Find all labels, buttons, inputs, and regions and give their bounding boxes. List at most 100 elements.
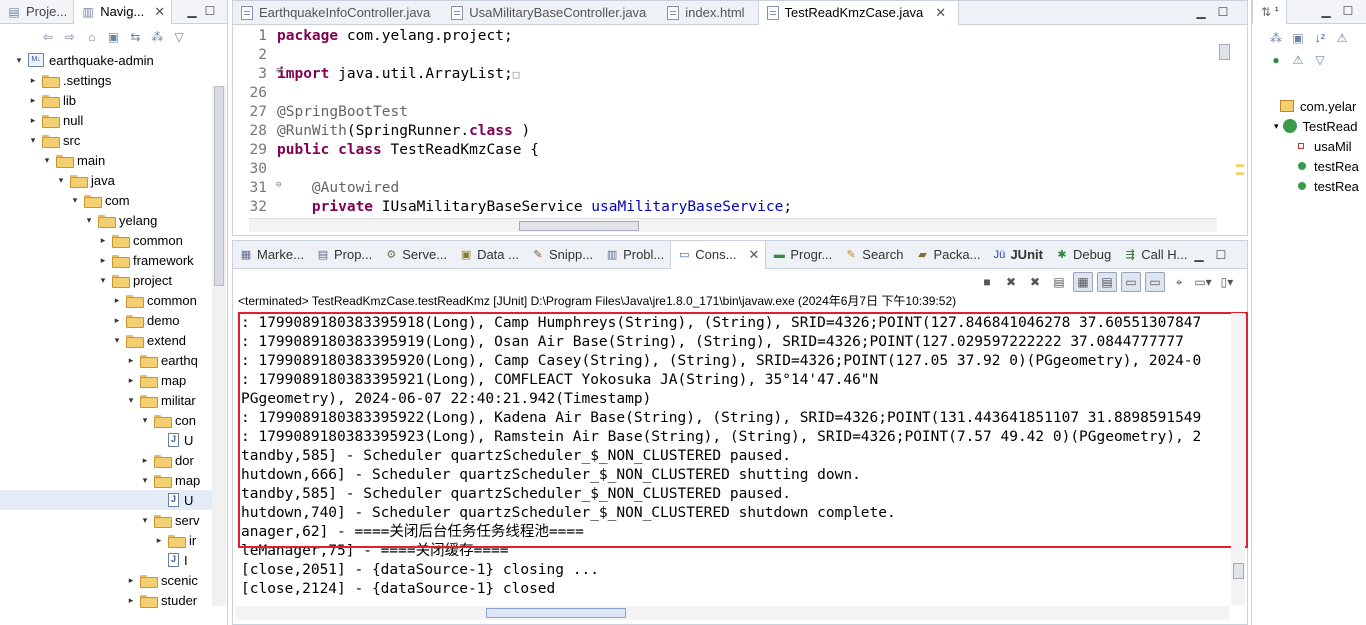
console-view-tab[interactable]: ✎ Search [838, 241, 909, 269]
tree-item[interactable]: ▾ main [0, 150, 212, 170]
expanded-icon[interactable]: ▾ [112, 335, 122, 346]
collapsed-icon[interactable]: ▸ [98, 255, 108, 266]
tree-item[interactable]: ▸ earthq [0, 350, 212, 370]
scrollbar-thumb[interactable] [1233, 563, 1244, 579]
scrollbar-thumb[interactable] [486, 608, 626, 618]
tree-item[interactable]: ▸ scenic [0, 570, 212, 590]
remove-all-terminated-icon[interactable]: ✖ [1025, 272, 1045, 292]
collapsed-icon[interactable]: ▸ [112, 295, 122, 306]
expanded-icon[interactable]: ▾ [98, 275, 108, 286]
expanded-icon[interactable]: ▾ [140, 475, 150, 486]
console-vertical-scrollbar[interactable] [1231, 313, 1245, 605]
expanded-icon[interactable]: ▾ [42, 155, 52, 166]
collapsed-icon[interactable]: ▸ [126, 595, 136, 606]
tree-item[interactable]: ▾ serv [0, 510, 212, 530]
tree-item[interactable]: ▾ src [0, 130, 212, 150]
console-view-tab[interactable]: ▭ Cons... ✕ [670, 240, 767, 269]
code-line[interactable]: 1 package com.yelang.project; [233, 26, 1217, 45]
editor-vertical-scrollbar[interactable] [1217, 26, 1231, 216]
minimize-icon[interactable]: ▁ [1193, 4, 1209, 20]
code-line[interactable]: 2 [233, 45, 1217, 64]
maximize-icon[interactable]: ☐ [1340, 3, 1356, 19]
minimize-icon[interactable]: ▁ [1191, 247, 1207, 263]
outline-item[interactable]: usaMil [1252, 136, 1366, 156]
tree-item[interactable]: ▾ com [0, 190, 212, 210]
collapsed-icon[interactable]: ▸ [140, 455, 150, 466]
tab-outline[interactable]: ⇅ ¹ [1252, 0, 1288, 24]
editor-horizontal-scrollbar[interactable] [249, 218, 1217, 232]
home-icon[interactable]: ⌂ [84, 29, 100, 45]
maximize-icon[interactable]: ☐ [202, 3, 218, 19]
minimize-icon[interactable]: ▁ [1318, 3, 1334, 19]
tree-item[interactable]: U [0, 430, 212, 450]
outline-item[interactable]: testRea [1252, 176, 1366, 196]
code-line[interactable]: 28 @RunWith(SpringRunner.class ) [233, 121, 1217, 140]
tree-item[interactable]: ▾ map [0, 470, 212, 490]
collapse-all-icon[interactable]: ⁂ [1268, 30, 1284, 46]
maximize-icon[interactable]: ☐ [1213, 247, 1229, 263]
expanded-icon[interactable]: ▾ [28, 135, 38, 146]
code-line[interactable]: 26 [233, 83, 1217, 102]
sort-icon[interactable]: ↓ᶻ [1312, 30, 1328, 46]
console-view-tab[interactable]: Jü JUnit [986, 241, 1049, 269]
scroll-lock-icon[interactable]: ▦ [1073, 272, 1093, 292]
close-icon[interactable]: ✕ [935, 5, 946, 21]
scrollbar-thumb[interactable] [519, 221, 639, 231]
collapsed-icon[interactable]: ▸ [28, 75, 38, 86]
code-line[interactable]: 31 ⊖ @Autowired [233, 178, 1217, 197]
scrollbar-thumb[interactable] [214, 86, 224, 286]
console-view-tab[interactable]: ▥ Probl... [599, 241, 670, 269]
editor-tab[interactable]: UsaMilitaryBaseController.java [443, 1, 659, 25]
collapsed-icon[interactable]: ▸ [126, 375, 136, 386]
collapsed-icon[interactable]: ▸ [98, 235, 108, 246]
tree-item[interactable]: ▸ .settings [0, 70, 212, 90]
tree-item[interactable]: ▾ extend [0, 330, 212, 350]
editor-tab[interactable]: EarthquakeInfoController.java [233, 1, 443, 25]
expanded-icon[interactable]: ▾ [140, 415, 150, 426]
tree-item[interactable]: ▸ studer [0, 590, 212, 610]
tree-item[interactable]: ▸ demo [0, 310, 212, 330]
maximize-icon[interactable]: ☐ [1215, 4, 1231, 20]
tree-item[interactable]: ▸ common [0, 230, 212, 250]
link-with-editor-icon[interactable]: ⇆ [127, 29, 143, 45]
collapsed-icon[interactable]: ▸ [28, 95, 38, 106]
tree-item[interactable]: I [0, 550, 212, 570]
tree-item[interactable]: ▸ framework [0, 250, 212, 270]
tree-item[interactable]: ▾ M↓ earthquake-admin [0, 50, 212, 70]
collapsed-icon[interactable]: ▸ [126, 575, 136, 586]
filter-icon[interactable]: ⁂ [149, 29, 165, 45]
view-menu-icon[interactable]: ▽ [1312, 52, 1328, 68]
code-line[interactable]: 3 ⊕ import java.util.ArrayList;□ [233, 64, 1217, 83]
outline-item[interactable]: testRea [1252, 156, 1366, 176]
forward-icon[interactable]: ⇨ [62, 29, 78, 45]
tree-item[interactable]: U [0, 490, 212, 510]
console-horizontal-scrollbar[interactable] [236, 606, 1229, 620]
clear-console-icon[interactable]: ▤ [1049, 272, 1069, 292]
tree-item[interactable]: ▾ yelang [0, 210, 212, 230]
view-menu-icon[interactable]: ▽ [171, 29, 187, 45]
console-view-tab[interactable]: ▰ Packa... [909, 241, 986, 269]
code-line[interactable]: 30 [233, 159, 1217, 178]
tree-item[interactable]: ▸ common [0, 290, 212, 310]
collapsed-icon[interactable]: ▸ [112, 315, 122, 326]
code-editor[interactable]: 1 package com.yelang.project; 2 3 ⊕ import ja… [233, 26, 1217, 216]
hide-non-public-icon[interactable]: ⚠ [1290, 52, 1306, 68]
tree-item[interactable]: ▸ lib [0, 90, 212, 110]
show-console-stderr-icon[interactable]: ▭ [1145, 272, 1165, 292]
tree-scrollbar[interactable] [212, 86, 226, 606]
console-view-tab[interactable]: ✎ Snipp... [525, 241, 599, 269]
open-console-icon[interactable]: ▯▾ [1217, 272, 1237, 292]
console-view-tab[interactable]: ▤ Prop... [310, 241, 378, 269]
close-icon[interactable]: ✕ [748, 247, 759, 263]
console-view-tab[interactable]: ▦ Marke... [233, 241, 310, 269]
tree-item[interactable]: ▸ null [0, 110, 212, 130]
expanded-icon[interactable]: ▾ [140, 515, 150, 526]
expanded-icon[interactable]: ▾ [56, 175, 66, 186]
expanded-icon[interactable]: ▾ [70, 195, 80, 206]
pin-console-icon[interactable]: ⌖ [1169, 272, 1189, 292]
console-view-tab[interactable]: ⚙ Serve... [378, 241, 453, 269]
expanded-icon[interactable]: ▾ [126, 395, 136, 406]
show-console-stdout-icon[interactable]: ▭ [1121, 272, 1141, 292]
hide-static-icon[interactable]: ● [1268, 52, 1284, 68]
collapsed-icon[interactable]: ▸ [28, 115, 38, 126]
